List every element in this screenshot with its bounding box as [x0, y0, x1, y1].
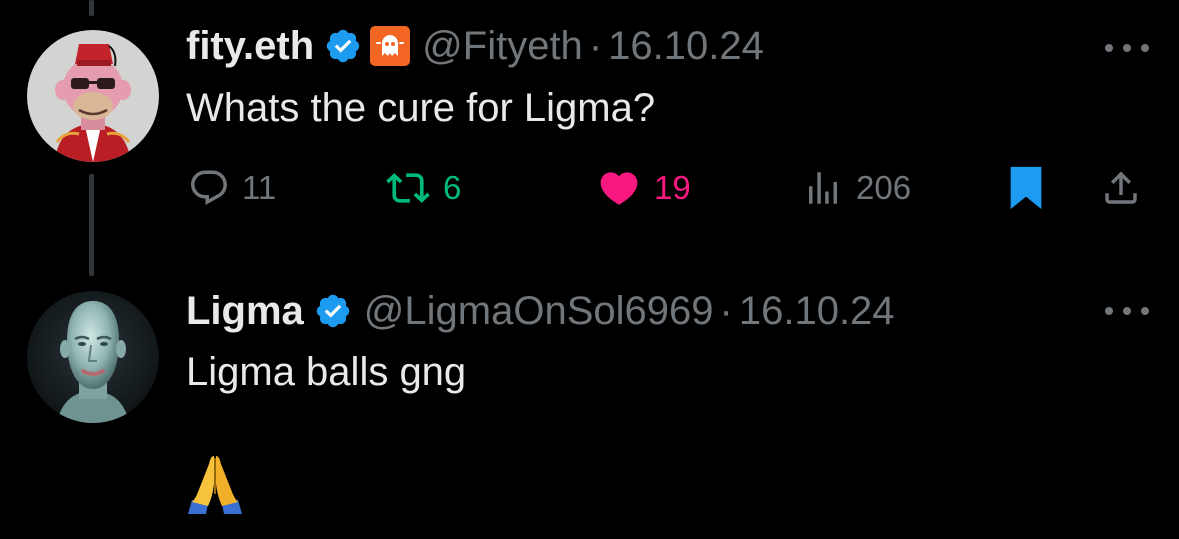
more-options-button[interactable] [1105, 301, 1149, 321]
bored-ape-avatar [27, 30, 159, 162]
reply-button[interactable]: 11 [188, 166, 276, 210]
avatar[interactable] [27, 30, 159, 162]
ghost-logo-icon[interactable] [370, 26, 411, 66]
more-dot-icon [1105, 44, 1113, 52]
bookmark-filled-icon [1010, 166, 1042, 210]
reply-count: 11 [242, 169, 277, 206]
bookmark-button[interactable] [1006, 166, 1046, 210]
like-count: 19 [654, 169, 691, 206]
tweet-text: Ligma balls gng [186, 350, 467, 394]
pale-humanoid-avatar [27, 291, 159, 423]
verified-badge-icon[interactable] [324, 27, 362, 65]
separator-dot: · [588, 24, 603, 68]
repost-icon [386, 173, 430, 203]
more-options-button[interactable] [1105, 38, 1149, 58]
tweet-header: fity.eth @Fityeth · 16.10.24 [186, 22, 764, 70]
like-button[interactable]: 19 [596, 166, 691, 210]
tweet-text: Whats the cure for Ligma? [186, 86, 656, 130]
thread-line-top [89, 0, 94, 16]
views-button[interactable]: 206 [802, 166, 911, 210]
folded-hands-emoji [188, 456, 242, 514]
display-name[interactable]: fity.eth [186, 22, 314, 70]
repost-button[interactable]: 6 [385, 166, 461, 210]
heart-filled-icon [600, 172, 638, 205]
share-button[interactable] [1100, 166, 1142, 210]
separator-dot: · [719, 289, 733, 333]
thread-line-connector [89, 174, 94, 276]
more-dot-icon [1141, 44, 1149, 52]
handle[interactable]: @Fityeth [422, 22, 583, 70]
display-name[interactable]: Ligma [186, 287, 304, 335]
tweet-header: Ligma @LigmaOnSol6969 · 16.10.24 [186, 287, 895, 335]
more-dot-icon [1105, 307, 1113, 315]
repost-count: 6 [443, 169, 462, 206]
views-chart-icon [809, 172, 837, 204]
avatar[interactable] [27, 291, 159, 423]
verified-badge-icon[interactable] [314, 292, 352, 330]
tweet-date[interactable]: 16.10.24 [739, 287, 895, 335]
handle[interactable]: @LigmaOnSol6969 [364, 287, 714, 335]
tweet-date[interactable]: 16.10.24 [608, 22, 764, 70]
more-dot-icon [1123, 44, 1131, 52]
more-dot-icon [1141, 307, 1149, 315]
reply-icon [191, 170, 227, 205]
share-icon [1105, 171, 1137, 204]
views-count: 206 [856, 169, 912, 206]
more-dot-icon [1123, 307, 1131, 315]
